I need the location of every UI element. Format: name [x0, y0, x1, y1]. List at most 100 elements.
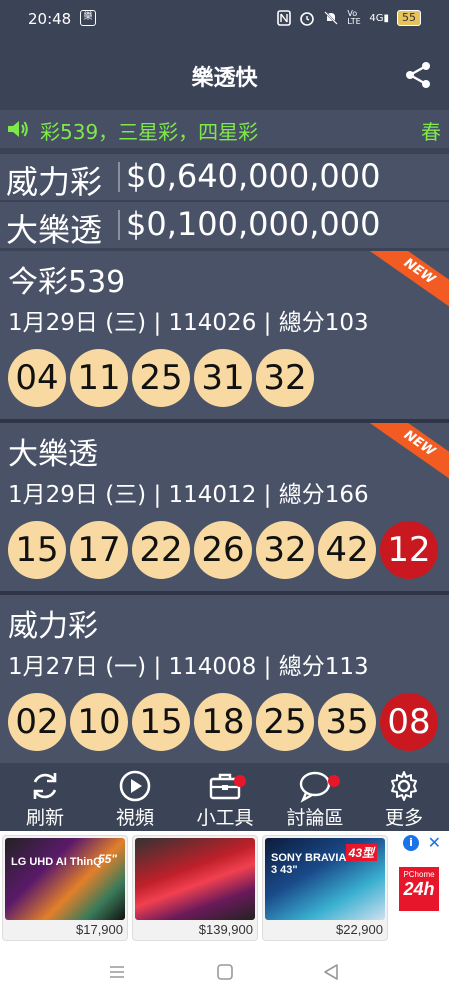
- nav-tools[interactable]: 小工具: [180, 769, 270, 830]
- notification-dot: [234, 775, 246, 787]
- jackpot-row[interactable]: 大樂透 $0,100,000,000: [0, 202, 449, 249]
- notification-dot: [328, 775, 340, 787]
- gear-icon: [391, 771, 417, 801]
- jackpot-separator: [118, 210, 120, 240]
- ad-item[interactable]: SONY BRAVIA 3 43" 43型 $22,900: [262, 835, 388, 941]
- nav-label: 討論區: [286, 807, 344, 829]
- draw-game-name: 威力彩: [8, 609, 98, 644]
- ad-item[interactable]: LG UHD AI ThinQ 55" $17,900: [2, 835, 128, 941]
- jackpot-amount: $0,100,000,000: [126, 205, 381, 243]
- new-badge: NEW: [363, 423, 449, 488]
- new-badge: NEW: [363, 251, 449, 316]
- number-ball: 32: [256, 349, 314, 407]
- jackpot-row[interactable]: 威力彩 $0,640,000,000: [0, 154, 449, 201]
- jackpot-name: 大樂透: [6, 211, 103, 249]
- ad-product-image: SONY BRAVIA 3 43" 43型: [265, 838, 385, 920]
- nav-label: 小工具: [196, 807, 254, 829]
- jackpot-separator: [118, 162, 120, 192]
- jackpot-amount: $0,640,000,000: [126, 157, 381, 195]
- number-ball: 22: [132, 521, 190, 579]
- nav-more[interactable]: 更多: [359, 769, 449, 830]
- play-icon: [119, 770, 151, 802]
- signal-icon: 4G▮: [369, 13, 389, 24]
- notification-icon: 樂: [80, 10, 96, 26]
- home-icon[interactable]: [216, 963, 234, 981]
- ad-price: $139,900: [198, 922, 253, 937]
- number-ball: 42: [318, 521, 376, 579]
- ad-brand-text: SONY BRAVIA 3 43": [271, 852, 346, 876]
- nfc-icon: [277, 10, 292, 26]
- ad-size-text: 43型: [345, 844, 377, 861]
- number-ball: 32: [256, 521, 314, 579]
- draw-info: 1月29日 (三) | 114012 | 總分166: [8, 482, 369, 508]
- menu-icon[interactable]: [108, 963, 126, 981]
- chat-icon: [299, 771, 331, 803]
- number-ball: 02: [8, 693, 66, 751]
- battery-icon: 55: [397, 10, 421, 26]
- pchome-big-text: 24h: [403, 879, 435, 899]
- number-ball: 15: [132, 693, 190, 751]
- app-title: 樂透快: [191, 66, 258, 91]
- ad-banner[interactable]: LG UHD AI ThinQ 55" $17,900 $139,900 SON…: [0, 831, 449, 951]
- nav-label: 視頻: [115, 807, 154, 829]
- jackpot-name: 威力彩: [6, 163, 103, 201]
- draw-card-lotto[interactable]: NEW 大樂透 1月29日 (三) | 114012 | 總分166 15 17…: [0, 423, 449, 591]
- number-ball: 25: [256, 693, 314, 751]
- back-icon[interactable]: [322, 963, 340, 981]
- special-number-ball: 08: [380, 693, 438, 751]
- ad-price: $22,900: [336, 922, 383, 937]
- number-ball: 17: [70, 521, 128, 579]
- draw-card-superlotto[interactable]: 威力彩 1月27日 (一) | 114008 | 總分113 02 10 15 …: [0, 595, 449, 763]
- nav-label: 刷新: [25, 807, 64, 829]
- bottom-nav: 刷新 視頻 小工具 討論區 更多: [0, 765, 449, 831]
- signal-label: 4G: [369, 12, 384, 24]
- refresh-icon: [33, 773, 57, 799]
- ad-close-icon[interactable]: ✕: [428, 833, 441, 852]
- ad-product-image: [135, 838, 255, 920]
- draw-card-539[interactable]: NEW 今彩539 1月29日 (三) | 114026 | 總分103 04 …: [0, 251, 449, 419]
- draw-game-name: 今彩539: [8, 265, 126, 300]
- share-icon[interactable]: [403, 60, 433, 90]
- draw-game-name: 大樂透: [8, 437, 98, 472]
- status-time: 20:48: [28, 10, 72, 28]
- number-balls: 02 10 15 18 25 35 08: [8, 693, 438, 751]
- marquee-tail: 春: [421, 120, 441, 144]
- number-ball: 15: [8, 521, 66, 579]
- number-ball: 31: [194, 349, 252, 407]
- pchome-logo[interactable]: PChome 24h: [399, 867, 439, 911]
- nav-refresh[interactable]: 刷新: [0, 769, 90, 830]
- ad-size-text: 55": [97, 852, 117, 866]
- ad-info-icon[interactable]: i: [403, 835, 419, 851]
- special-number-ball: 12: [380, 521, 438, 579]
- number-balls: 04 11 25 31 32: [8, 349, 314, 407]
- mute-icon: [324, 11, 339, 25]
- app-header: 樂透快: [0, 40, 449, 110]
- number-ball: 11: [70, 349, 128, 407]
- number-ball: 25: [132, 349, 190, 407]
- number-ball: 18: [194, 693, 252, 751]
- pchome-small-text: PChome: [403, 870, 435, 879]
- nav-forum[interactable]: 討論區: [270, 769, 360, 830]
- nav-video[interactable]: 視頻: [90, 769, 180, 830]
- ad-item[interactable]: $139,900: [132, 835, 258, 941]
- number-ball: 26: [194, 521, 252, 579]
- status-icons: Vo LTE 4G▮ 55: [277, 10, 421, 26]
- marquee-text: 彩539，三星彩，四星彩: [40, 120, 259, 144]
- draw-info: 1月27日 (一) | 114008 | 總分113: [8, 654, 369, 680]
- number-balls: 15 17 22 26 32 42 12: [8, 521, 438, 579]
- ad-price: $17,900: [76, 922, 123, 937]
- system-nav-bar: [0, 951, 449, 1000]
- speaker-icon: [8, 121, 28, 137]
- draw-info: 1月29日 (三) | 114026 | 總分103: [8, 310, 369, 336]
- number-ball: 10: [70, 693, 128, 751]
- ad-product-image: LG UHD AI ThinQ 55": [5, 838, 125, 920]
- status-bar: 20:48 樂 Vo LTE 4G▮ 55: [0, 0, 449, 40]
- number-ball: 04: [8, 349, 66, 407]
- news-marquee[interactable]: 彩539，三星彩，四星彩 春: [0, 110, 449, 148]
- nav-label: 更多: [384, 807, 423, 829]
- volte-icon: Vo LTE: [347, 9, 361, 26]
- alarm-icon: [300, 12, 315, 26]
- number-ball: 35: [318, 693, 376, 751]
- ad-brand-text: LG UHD AI ThinQ: [11, 856, 102, 868]
- signal-bars-icon: ▮: [383, 12, 389, 24]
